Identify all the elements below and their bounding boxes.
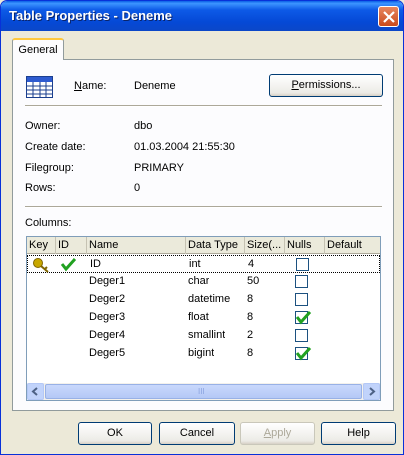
column-name[interactable]: Deger5: [89, 345, 125, 363]
apply-button[interactable]: Apply: [240, 422, 315, 445]
create-date-value: 01.03.2004 21:55:30: [134, 141, 235, 153]
scroll-grip: III: [198, 387, 205, 396]
column-data-type[interactable]: bigint: [188, 345, 214, 363]
nulls-checkbox[interactable]: [295, 275, 308, 288]
separator: [25, 105, 382, 107]
column-data-type[interactable]: smallint: [188, 327, 225, 345]
table-row[interactable]: Deger4 smallint 2: [27, 327, 380, 345]
title-bar[interactable]: Table Properties - Deneme: [1, 1, 403, 31]
scroll-left-button[interactable]: [27, 383, 44, 400]
column-name[interactable]: ID: [90, 256, 101, 274]
header-data-type[interactable]: Data Type: [186, 237, 245, 254]
identity-check-icon: [60, 256, 77, 274]
header-id[interactable]: ID: [56, 237, 87, 254]
column-name[interactable]: Deger4: [89, 327, 125, 345]
nulls-checkbox[interactable]: [295, 346, 312, 361]
columns-grid[interactable]: Key ID Name Data Type Size(... Nulls Def…: [26, 236, 381, 401]
column-name[interactable]: Deger1: [89, 273, 125, 291]
window-title: Table Properties - Deneme: [9, 8, 173, 23]
nulls-checkbox[interactable]: [295, 293, 308, 306]
help-button[interactable]: Help: [321, 422, 396, 445]
scroll-right-button[interactable]: [363, 383, 380, 400]
filegroup-value: PRIMARY: [134, 162, 184, 174]
column-data-type[interactable]: datetime: [188, 291, 230, 309]
filegroup-label: Filegroup:: [25, 162, 74, 174]
nulls-checkbox[interactable]: [296, 258, 309, 271]
header-size[interactable]: Size(...: [245, 237, 285, 254]
header-key[interactable]: Key: [27, 237, 56, 254]
owner-value: dbo: [134, 120, 153, 132]
horizontal-scrollbar[interactable]: III: [27, 383, 380, 400]
close-button[interactable]: [378, 6, 399, 27]
column-size[interactable]: 50: [247, 273, 259, 291]
tab-general[interactable]: General: [12, 38, 64, 60]
table-row[interactable]: Deger1 char 50: [27, 273, 380, 291]
column-size[interactable]: 8: [247, 291, 253, 309]
column-name[interactable]: Deger3: [89, 309, 125, 327]
scroll-thumb[interactable]: III: [45, 384, 362, 399]
cancel-button[interactable]: Cancel: [159, 422, 235, 445]
column-size[interactable]: 8: [247, 309, 253, 327]
name-label: Name:: [74, 80, 107, 92]
table-row[interactable]: Deger2 datetime 8: [27, 291, 380, 309]
column-data-type[interactable]: float: [188, 309, 209, 327]
column-size[interactable]: 4: [248, 256, 254, 274]
tab-general-label: General: [18, 44, 58, 56]
chevron-left-icon: [31, 387, 38, 396]
table-row[interactable]: Deger3 float 8: [27, 309, 380, 327]
header-name[interactable]: Name: [87, 237, 186, 254]
column-size[interactable]: 2: [247, 327, 253, 345]
close-icon: [383, 11, 395, 23]
owner-label: Owner:: [25, 120, 61, 132]
create-date-label: Create date:: [25, 141, 86, 153]
nulls-checkbox[interactable]: [295, 329, 308, 342]
table-row[interactable]: Deger5 bigint 8: [27, 345, 380, 363]
header-nulls[interactable]: Nulls: [285, 237, 325, 254]
separator: [25, 206, 382, 208]
chevron-right-icon: [369, 387, 376, 396]
dialog-window: Table Properties - Deneme General Name: …: [0, 0, 404, 455]
name-value: Deneme: [134, 80, 176, 92]
permissions-button[interactable]: Permissions...: [269, 74, 383, 97]
column-data-type[interactable]: char: [188, 273, 209, 291]
rows-label: Rows:: [25, 182, 56, 194]
ok-button[interactable]: OK: [78, 422, 152, 445]
column-data-type[interactable]: int: [189, 256, 201, 274]
column-size[interactable]: 8: [247, 345, 253, 363]
columns-label: Columns:: [25, 217, 72, 229]
table-icon: [26, 76, 53, 98]
column-name[interactable]: Deger2: [89, 291, 125, 309]
header-default[interactable]: Default: [325, 237, 380, 254]
general-tab-panel: Name: Deneme Permissions... Owner: dbo C…: [12, 59, 394, 411]
rows-value: 0: [134, 182, 141, 194]
table-row[interactable]: ID int 4: [27, 255, 380, 273]
grid-header: Key ID Name Data Type Size(... Nulls Def…: [27, 237, 380, 254]
nulls-checkbox[interactable]: [295, 310, 312, 325]
